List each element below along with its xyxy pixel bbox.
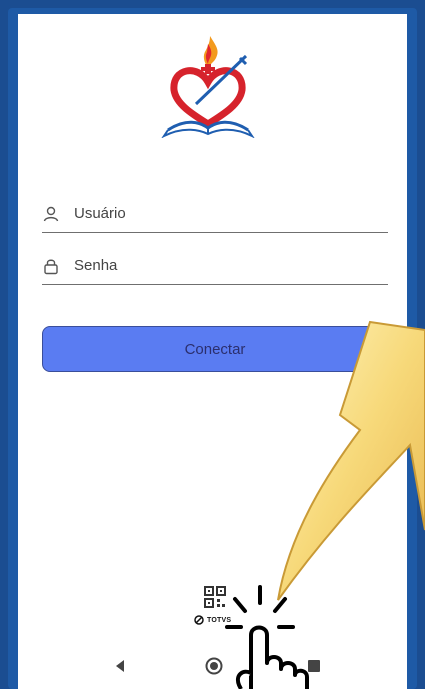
lock-icon bbox=[44, 259, 58, 275]
heart-book-logo-icon bbox=[161, 36, 255, 138]
tap-hand-icon bbox=[225, 585, 309, 689]
username-field[interactable]: Usuário bbox=[42, 204, 388, 233]
username-input[interactable]: Usuário bbox=[74, 205, 126, 222]
curved-arrow-icon bbox=[277, 320, 425, 601]
nav-back-icon[interactable] bbox=[114, 660, 126, 672]
password-field[interactable]: Senha bbox=[42, 256, 388, 285]
totvs-logo-icon bbox=[194, 615, 204, 625]
password-input[interactable]: Senha bbox=[74, 257, 117, 274]
user-icon bbox=[43, 206, 59, 222]
